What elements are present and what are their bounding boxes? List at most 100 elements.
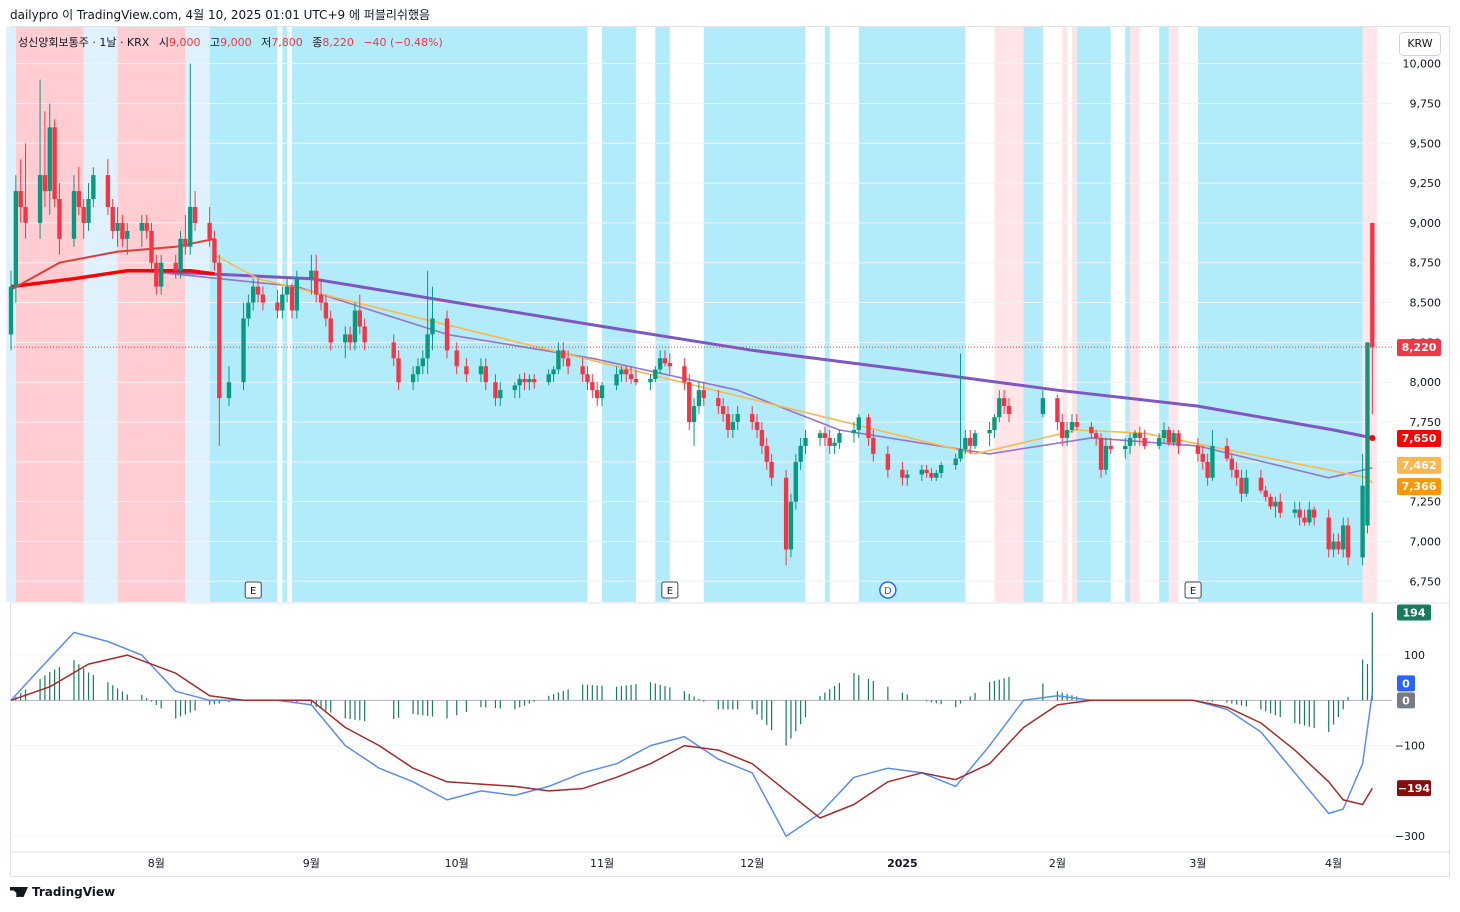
candle-body (614, 374, 619, 386)
price-tag: 8,220 (1397, 339, 1441, 357)
price-tick-label: 9,000 (1410, 217, 1442, 230)
candle-body (444, 318, 450, 351)
candle (972, 429, 978, 450)
candle-body (347, 334, 353, 343)
candle-body (1137, 433, 1142, 438)
candle-body (483, 366, 488, 383)
ma-red-dot (1369, 434, 1376, 441)
tradingview-logo[interactable]: TradingView (10, 885, 115, 899)
candle-body (968, 437, 973, 446)
candle-body (561, 350, 566, 359)
candle-body (929, 472, 934, 478)
candle-body (783, 477, 789, 550)
candle-body (1166, 429, 1172, 443)
candle (837, 429, 842, 450)
candle-body (226, 382, 232, 399)
tradingview-logo-icon (10, 887, 28, 897)
candle-body (159, 262, 164, 287)
time-axis-label: 4월 (1325, 857, 1342, 870)
candle-body (183, 238, 188, 247)
dividend-marker[interactable]: D (879, 581, 897, 599)
candle-body (1103, 445, 1109, 470)
price-tag-label: 7,650 (1402, 432, 1437, 445)
low-value: 7,800 (271, 36, 303, 49)
candle-body (662, 358, 668, 364)
candle-body (701, 390, 706, 399)
candle-body (1210, 445, 1215, 478)
earnings-marker[interactable]: E (661, 581, 679, 599)
candle-body (735, 414, 740, 423)
background-band (1023, 27, 1043, 602)
candle-body (294, 278, 300, 311)
candle-body (241, 318, 246, 383)
time-axis-label: 2025 (887, 857, 918, 870)
candle-body (1055, 398, 1060, 423)
change-value: −40 (−0.48%) (363, 36, 443, 49)
candle-body (323, 302, 329, 319)
earnings-marker[interactable]: E (1184, 581, 1202, 599)
candle-body (498, 390, 503, 399)
price-tag: 7,650 (1397, 429, 1441, 447)
candle-body (992, 417, 997, 430)
chart-canvas[interactable]: 10,0009,7509,5009,2509,0008,7508,5008,25… (0, 0, 1460, 912)
candle-body (687, 382, 692, 423)
candle-body (396, 358, 401, 383)
candle-body (1200, 453, 1205, 462)
candle-body (1229, 458, 1234, 470)
candle-body (1365, 342, 1370, 526)
candle-body (110, 206, 115, 231)
candle-body (633, 379, 639, 383)
background-band (282, 27, 288, 602)
candle-body (173, 262, 178, 271)
candle-body (764, 445, 769, 462)
background-band (602, 27, 636, 602)
candle-body (1292, 509, 1297, 513)
candle-body (919, 469, 924, 475)
background-band (291, 27, 588, 602)
background-band (858, 27, 966, 602)
background-band (185, 27, 210, 602)
time-axis-label: 12월 (740, 857, 764, 870)
candle-body (314, 270, 319, 295)
candle (595, 382, 600, 407)
candle-body (1161, 429, 1167, 438)
price-tag: 7,366 (1397, 478, 1441, 496)
candle-body (565, 358, 571, 367)
candle-body (115, 222, 120, 231)
candle-body (866, 417, 871, 438)
candle-body (754, 422, 760, 430)
candle-body (420, 358, 425, 367)
candle-body (793, 461, 798, 502)
candle-body (1001, 398, 1007, 407)
candle-body (328, 318, 333, 343)
candle-body (289, 286, 295, 311)
candle-body (207, 222, 212, 239)
macd-tag-label: 0 (1402, 694, 1410, 707)
candle-body (958, 449, 963, 459)
candle-body (817, 433, 823, 438)
candle-body (415, 366, 421, 375)
earnings-marker[interactable]: E (244, 581, 262, 599)
candle-body (522, 379, 527, 383)
macd-line (10, 631, 1374, 837)
high-value: 9,000 (220, 36, 252, 49)
currency-button[interactable]: KRW (1399, 32, 1441, 56)
candle-body (154, 262, 159, 287)
background-band (1125, 27, 1131, 602)
candle (13, 175, 19, 303)
candle-body (260, 294, 266, 303)
candle-body (1278, 501, 1283, 513)
candle-body (1297, 509, 1302, 518)
candle (687, 374, 692, 430)
time-axis-label: 2월 (1049, 857, 1066, 870)
price-tag-label: 8,220 (1402, 341, 1437, 354)
price-tag-label: 7,462 (1402, 459, 1437, 472)
candle-body (1069, 422, 1075, 430)
candle (1055, 394, 1060, 430)
candle-body (599, 385, 605, 399)
candle (682, 358, 687, 391)
time-axis-label: 10월 (445, 857, 469, 870)
candle-body (284, 286, 290, 295)
candle-body (1258, 477, 1264, 491)
candle-body (580, 366, 585, 375)
